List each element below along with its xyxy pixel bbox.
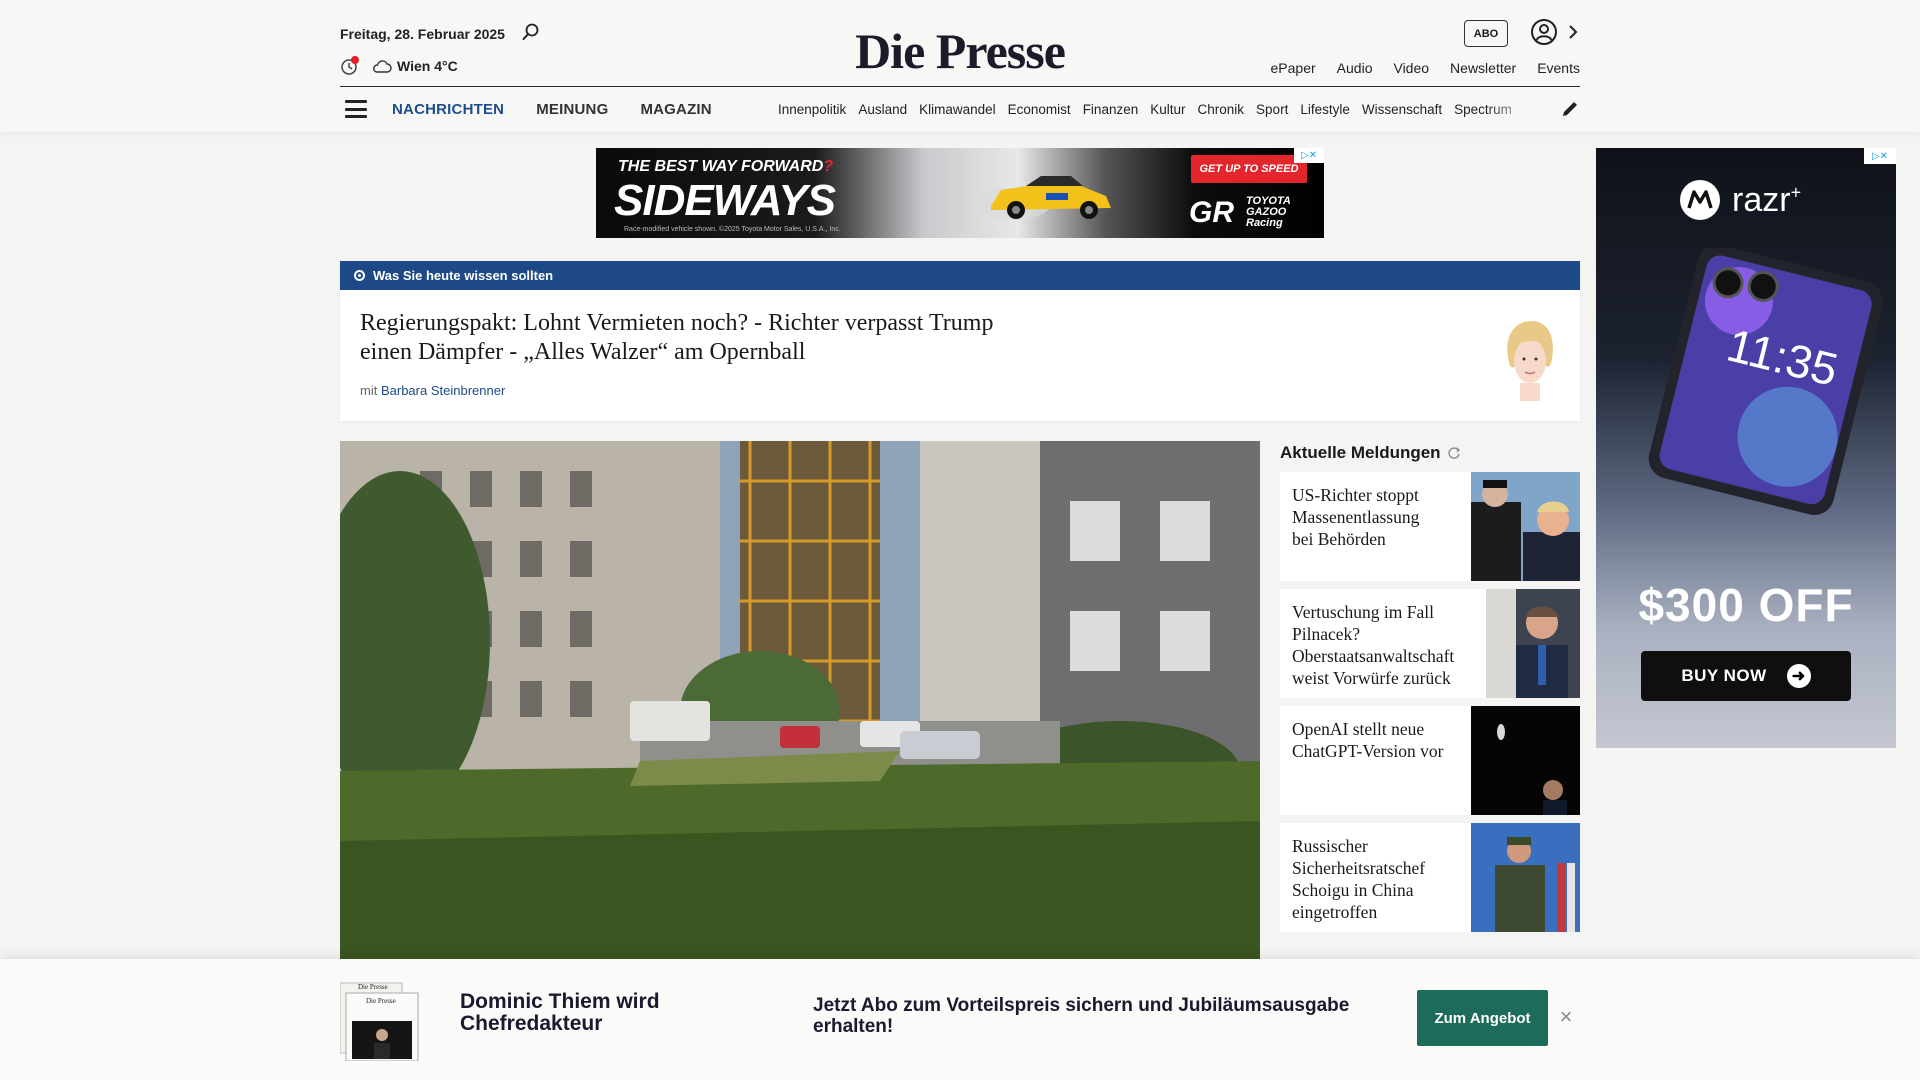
subscription-promo-bar: Die Presse Die Presse Dominic Thiem wird… [0,959,1920,1080]
buy-now-button[interactable]: BUY NOW ➜ [1641,651,1851,701]
site-header: Freitag, 28. Februar 2025 Wien 4°C Die P… [0,0,1920,132]
phone-image: 11:35 [1648,248,1883,515]
adchoices-icon[interactable]: ▷✕ [1294,148,1324,163]
ad-fine-print: Race-modified vehicle shown. ©2025 Toyot… [624,226,841,233]
news-thumbnail [1486,589,1580,698]
author-avatar [1507,321,1553,401]
briefing-byline: mit Barbara Steinbrenner [360,383,505,398]
user-account-icon[interactable] [1530,18,1558,46]
news-item[interactable]: US-Richter stoppt Massenentlassung bei B… [1280,472,1580,581]
svg-text:Die Presse: Die Presse [358,983,388,991]
chevron-right-icon[interactable] [1566,22,1580,42]
link-audio[interactable]: Audio [1337,60,1373,76]
ad-brand-name: razr+ [1732,180,1802,219]
latest-news: Aktuelle Meldungen US-Richter stoppt Mas… [1280,441,1580,932]
nav-spectrum[interactable]: Spectrum [1454,102,1512,117]
ad-brand-mark: GR [1189,196,1234,229]
buy-now-label: BUY NOW [1681,666,1767,685]
latest-news-title: Aktuelle Meldungen [1280,443,1441,462]
nav-ausland[interactable]: Ausland [858,102,907,117]
nav-finanzen[interactable]: Finanzen [1083,102,1139,117]
news-item-title[interactable]: OpenAI stellt neue ChatGPT-Version vor [1292,718,1462,762]
nav-sport[interactable]: Sport [1256,102,1288,117]
nav-chronik[interactable]: Chronik [1198,102,1245,117]
header-inner: Freitag, 28. Februar 2025 Wien 4°C Die P… [340,0,1580,132]
hamburger-menu-icon[interactable] [345,100,367,118]
nav-wissenschaft[interactable]: Wissenschaft [1362,102,1442,117]
briefing-label: Was Sie heute wissen sollten [373,268,554,283]
nav-kultur[interactable]: Kultur [1150,102,1185,117]
zum-angebot-button[interactable]: Zum Angebot [1417,990,1548,1046]
ad-brand-text: TOYOTA GAZOO Racing [1246,195,1291,229]
link-epaper[interactable]: ePaper [1271,60,1316,76]
pencil-icon[interactable] [1560,99,1580,119]
refresh-icon[interactable] [1447,446,1461,460]
newspaper-image: Die Presse Die Presse [340,982,419,1061]
nav-lifestyle[interactable]: Lifestyle [1300,102,1350,117]
svg-text:Die Presse: Die Presse [366,997,396,1005]
hero-image[interactable] [340,441,1260,959]
sidebar-advertisement[interactable]: razr+ 11:35 $300 OFF BUY NOW ➜ ▷✕ [1596,148,1896,748]
ad-headline: SIDEWAYS [614,176,836,225]
link-events[interactable]: Events [1537,60,1580,76]
ad-offer: $300 OFF [1638,579,1854,631]
section-nav: Innenpolitik Ausland Klimawandel Economi… [778,102,1538,117]
promo-text: Jetzt Abo zum Vorteilspreis sichern und … [813,995,1350,1037]
radio-icon [354,270,365,281]
link-newsletter[interactable]: Newsletter [1450,60,1516,76]
briefing-title[interactable]: Regierungspakt: Lohnt Vermieten noch? - … [360,309,1000,367]
arrow-right-icon: ➜ [1786,664,1811,688]
link-video[interactable]: Video [1393,60,1429,76]
race-car-image [971,176,1111,220]
motorola-logo-icon [1680,180,1720,220]
author-link[interactable]: Barbara Steinbrenner [381,383,505,398]
adchoices-icon[interactable]: ▷✕ [1864,148,1896,164]
briefing-header: Was Sie heute wissen sollten [340,261,1580,290]
ad-tagline: THE BEST WAY FORWARD? [618,158,834,175]
nav-klimawandel[interactable]: Klimawandel [919,102,996,117]
news-thumbnail [1471,472,1580,581]
close-icon[interactable]: × [1556,1004,1576,1029]
advertisement-banner[interactable]: THE BEST WAY FORWARD? SIDEWAYS Race-modi… [596,148,1324,238]
news-item[interactable]: Russischer Sicherheitsratschef Schoigu i… [1280,823,1580,932]
promo-headline: Dominic Thiem wird Chefredakteur [460,990,660,1035]
news-item-title[interactable]: US-Richter stoppt Massenentlassung bei B… [1292,484,1442,550]
nav-economist[interactable]: Economist [1008,102,1071,117]
top-links: ePaper Audio Video Newsletter Events [1271,60,1580,76]
latest-news-heading: Aktuelle Meldungen [1280,441,1580,465]
byline-prefix: mit [360,383,378,398]
news-item[interactable]: Vertuschung im Fall Pilnacek? Oberstaats… [1280,589,1580,698]
news-thumbnail [1471,823,1580,932]
main-navigation: NACHRICHTEN MEINUNG MAGAZIN Innenpolitik… [340,96,1580,124]
nav-nachrichten[interactable]: NACHRICHTEN [392,101,504,118]
nav-innenpolitik[interactable]: Innenpolitik [778,102,846,117]
nav-magazin[interactable]: MAGAZIN [640,101,711,118]
news-item-title[interactable]: Vertuschung im Fall Pilnacek? Oberstaats… [1292,601,1482,689]
ad-brand: razr+ [1680,180,1801,220]
primary-nav: NACHRICHTEN MEINUNG MAGAZIN [392,101,712,118]
ad-brand-logo: GR TOYOTA GAZOO Racing [1181,192,1321,232]
news-thumbnail [1471,706,1580,815]
header-divider [340,86,1580,87]
abo-button[interactable]: ABO [1464,20,1508,47]
news-item-title[interactable]: Russischer Sicherheitsratschef Schoigu i… [1292,835,1462,923]
daily-briefing[interactable]: Was Sie heute wissen sollten Regierungsp… [340,261,1580,421]
news-item[interactable]: OpenAI stellt neue ChatGPT-Version vor [1280,706,1580,815]
nav-meinung[interactable]: MEINUNG [536,101,608,118]
ad-cta-button[interactable]: GET UP TO SPEED [1191,155,1307,183]
